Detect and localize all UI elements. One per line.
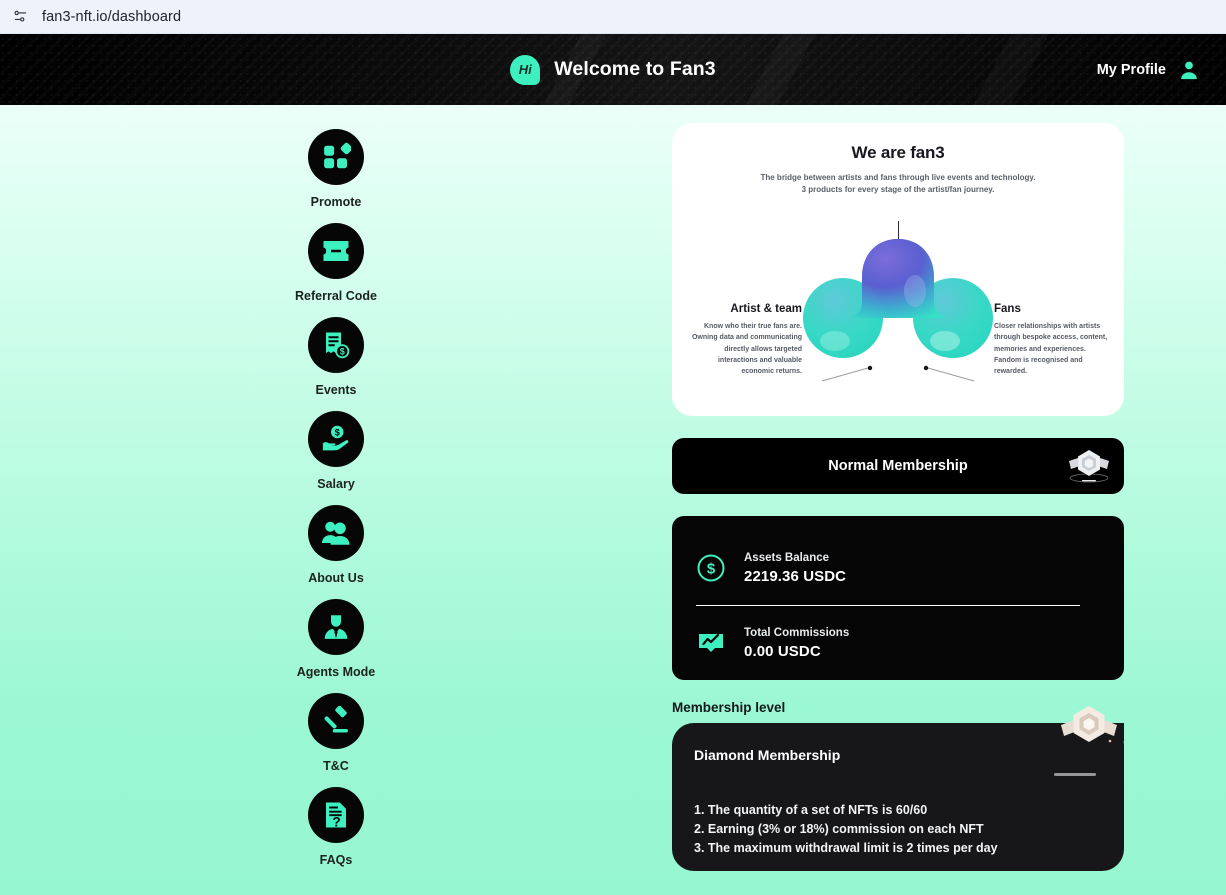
sidebar-nav: Promote Referral Code $ Events $ Salary … xyxy=(0,105,672,895)
page-title: Welcome to Fan3 xyxy=(554,58,716,80)
grid-squares-icon[interactable] xyxy=(308,129,364,185)
user-avatar-icon[interactable] xyxy=(1178,59,1200,81)
we-are-fan3-card: We are fan3 The bridge between artists a… xyxy=(672,123,1124,416)
badge-reflection xyxy=(1054,773,1096,776)
chart-board-icon xyxy=(696,628,726,658)
assets-divider xyxy=(696,605,1080,606)
total-commissions-row: Total Commissions 0.00 USDC xyxy=(696,615,1100,671)
main-content: We are fan3 The bridge between artists a… xyxy=(672,105,1226,895)
normal-membership-banner[interactable]: Normal Membership xyxy=(672,438,1124,494)
dollar-circle-icon: $ xyxy=(696,553,726,583)
svg-text:?: ? xyxy=(332,814,340,829)
hero-subtitle: The bridge between artists and fans thro… xyxy=(672,172,1124,197)
svg-text:$: $ xyxy=(707,561,716,578)
total-commissions-value: 0.00 USDC xyxy=(744,642,821,660)
sidebar-item-label: Events xyxy=(315,383,357,397)
total-commissions-label: Total Commissions xyxy=(744,626,850,639)
hero-fans-heading: Fans xyxy=(994,303,1021,315)
url-text[interactable]: fan3-nft.io/dashboard xyxy=(42,9,181,25)
assets-card: $ Assets Balance 2219.36 USDC Total Comm… xyxy=(672,516,1124,680)
sidebar-item-referral-code[interactable]: Referral Code xyxy=(281,223,391,303)
hero-fans-column: Fans Closer relationships with artists t… xyxy=(994,303,1112,378)
gavel-icon[interactable] xyxy=(308,693,364,749)
my-profile-button[interactable]: My Profile xyxy=(1097,59,1200,81)
person-in-suit-icon[interactable] xyxy=(308,599,364,655)
assets-balance-label: Assets Balance xyxy=(744,551,830,564)
sidebar-item-label: Agents Mode xyxy=(296,665,376,679)
hero-subtitle-line2: 3 products for every stage of the artist… xyxy=(801,185,995,195)
brand: Hi Welcome to Fan3 xyxy=(510,54,716,85)
two-people-icon[interactable] xyxy=(308,505,364,561)
sidebar-item-tc[interactable]: T&C xyxy=(281,693,391,773)
sidebar-item-label: Referral Code xyxy=(295,289,377,303)
my-profile-label: My Profile xyxy=(1096,61,1166,78)
sidebar-item-about-us[interactable]: About Us xyxy=(281,505,391,585)
three-lobe-gradient-blob xyxy=(803,239,993,358)
ticket-icon[interactable] xyxy=(308,223,364,279)
assets-balance-row: $ Assets Balance 2219.36 USDC xyxy=(696,540,1100,596)
hero-artist-heading: Artist & team xyxy=(730,303,802,315)
gold-winged-hexagon-badge xyxy=(1061,706,1117,743)
sidebar-item-label: FAQs xyxy=(319,853,353,867)
sidebar-item-faqs[interactable]: ? FAQs xyxy=(281,787,391,867)
membership-benefits-list: 1. The quantity of a set of NFTs is 60/6… xyxy=(694,801,1124,858)
sidebar-item-label: Promote xyxy=(310,195,362,209)
sidebar-item-label: T&C xyxy=(323,759,349,773)
sidebar-item-promote[interactable]: Promote xyxy=(281,129,391,209)
hero-artist-column: Artist & team Know who their true fans a… xyxy=(684,303,802,378)
page-body: Promote Referral Code $ Events $ Salary … xyxy=(0,105,1226,895)
svg-text:$: $ xyxy=(335,427,341,437)
receipt-dollar-icon[interactable]: $ xyxy=(308,317,364,373)
app-header: Hi Welcome to Fan3 My Profile xyxy=(0,34,1226,105)
browser-url-bar[interactable]: fan3-nft.io/dashboard xyxy=(0,0,1226,34)
fan3-speech-bubble-logo: Hi xyxy=(510,54,541,85)
sidebar-item-salary[interactable]: $ Salary xyxy=(281,411,391,491)
membership-benefit-item: 3. The maximum withdrawal limit is 2 tim… xyxy=(694,841,998,855)
assets-balance-value: 2219.36 USDC xyxy=(744,567,847,585)
silver-winged-hexagon-badge xyxy=(1069,450,1109,483)
hero-artist-body: Know who their true fans are. Owning dat… xyxy=(691,323,802,376)
diamond-membership-card[interactable]: Diamond Membership 1. The quantity of a … xyxy=(672,706,1124,871)
membership-benefit-item: 1. The quantity of a set of NFTs is 60/6… xyxy=(694,803,928,817)
membership-benefit-item: 2. Earning (3% or 18%) commission on eac… xyxy=(694,822,984,836)
sidebar-item-label: About Us xyxy=(308,571,364,585)
svg-text:$: $ xyxy=(340,347,345,357)
normal-membership-label: Normal Membership xyxy=(828,458,968,474)
hero-fans-body: Closer relationships with artists throug… xyxy=(994,323,1108,376)
sidebar-item-events[interactable]: $ Events xyxy=(281,317,391,397)
page-info-icon[interactable] xyxy=(10,7,30,27)
document-question-icon[interactable]: ? xyxy=(308,787,364,843)
sidebar-item-agents-mode[interactable]: Agents Mode xyxy=(281,599,391,679)
sidebar-item-label: Salary xyxy=(317,477,355,491)
hero-title: We are fan3 xyxy=(851,143,945,162)
hero-subtitle-line1: The bridge between artists and fans thro… xyxy=(760,173,1036,182)
membership-level-section-title: Membership level xyxy=(672,700,786,715)
hand-holding-dollar-icon[interactable]: $ xyxy=(308,411,364,467)
